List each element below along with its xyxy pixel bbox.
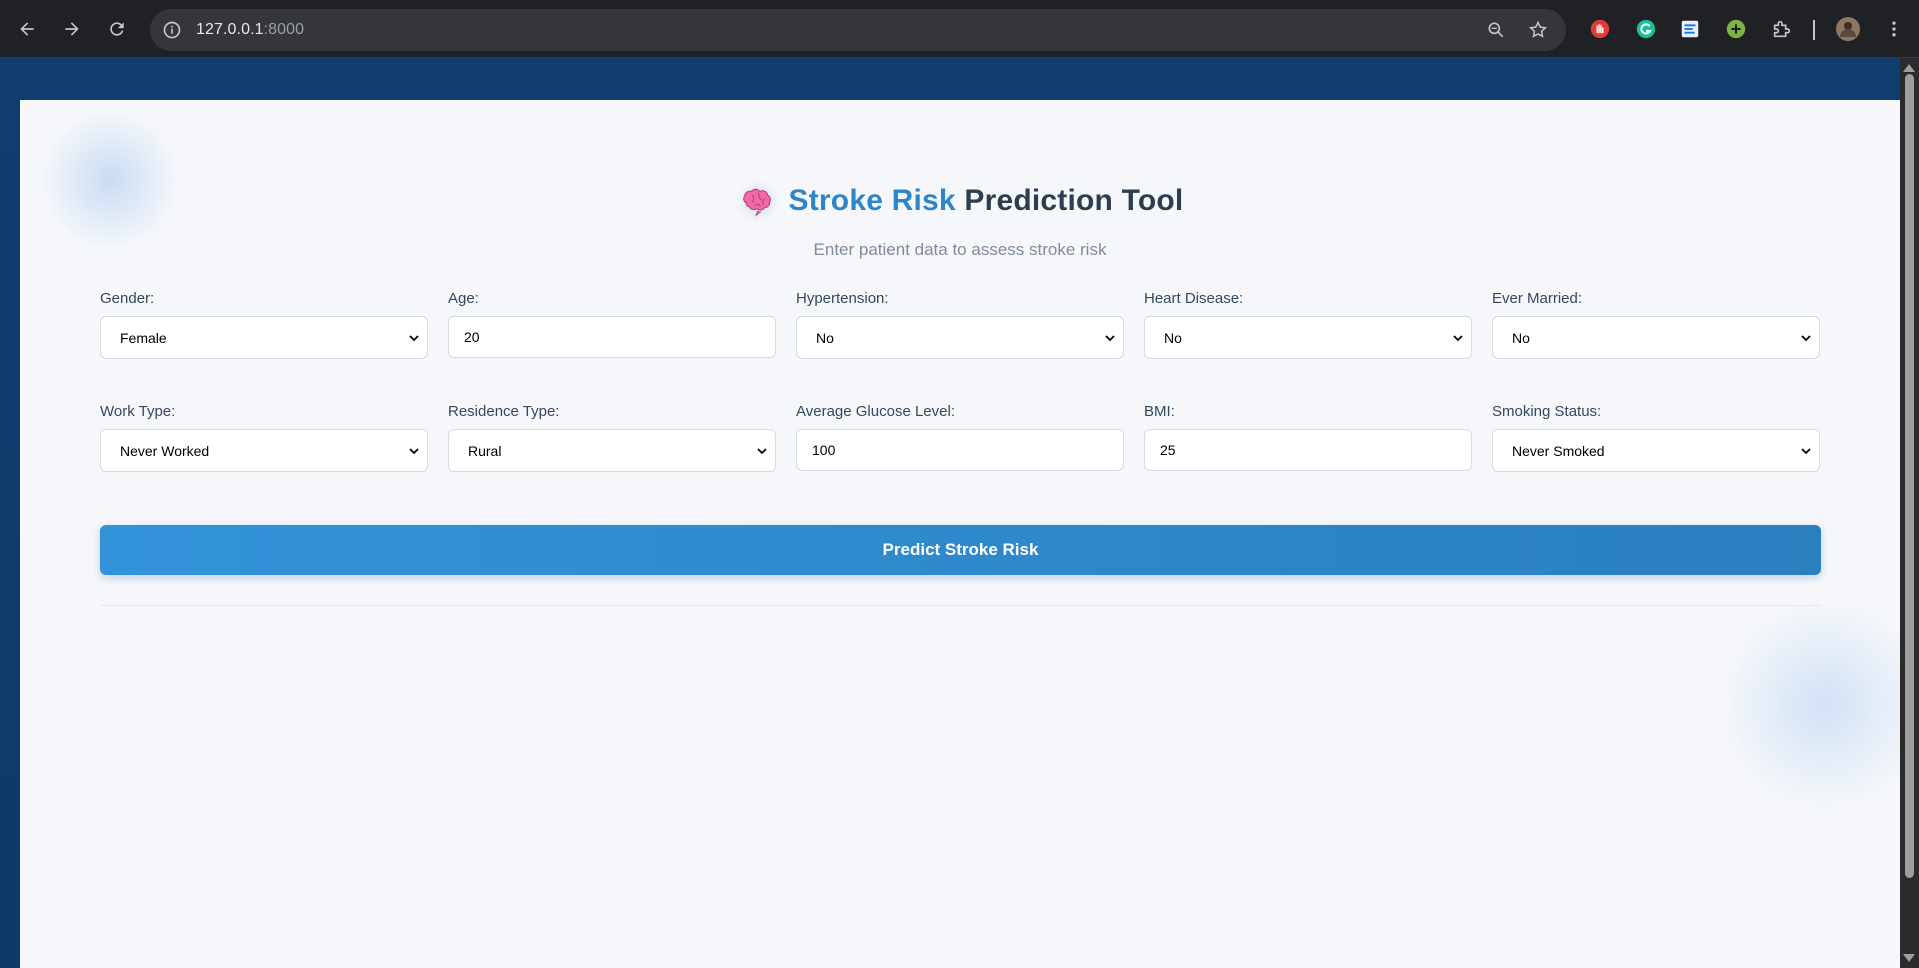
smoking-status-field: Smoking Status: Never Smoked [1492,403,1820,472]
bmi-input[interactable]: 25 [1144,429,1472,471]
glucose-field: Average Glucose Level: 100 [796,403,1124,471]
add-extension-icon[interactable] [1724,17,1748,41]
menu-kebab-icon[interactable] [1882,17,1906,41]
stop-hand-extension-icon[interactable] [1588,17,1612,41]
predict-button[interactable]: Predict Stroke Risk [100,525,1821,575]
work-type-value: Never Worked [120,442,210,459]
profile-avatar[interactable] [1836,17,1860,41]
chevron-down-icon [1453,335,1463,342]
hypertension-select[interactable]: No [796,316,1124,359]
smoking-status-label: Smoking Status: [1492,403,1602,420]
page-title: Stroke Risk Prediction Tool [20,178,1900,224]
hypertension-label: Hypertension: [796,290,889,307]
age-input[interactable]: 20 [448,316,776,358]
heart-disease-field: Heart Disease: No [1144,290,1472,359]
chevron-down-icon [409,335,419,342]
hypertension-field: Hypertension: No [796,290,1124,359]
bookmark-star-icon[interactable] [1526,18,1550,42]
work-type-select[interactable]: Never Worked [100,429,428,472]
grammarly-extension-icon[interactable] [1634,17,1658,41]
ever-married-value: No [1512,329,1530,346]
subtitle: Enter patient data to assess stroke risk [813,240,1107,259]
title-rest: Prediction Tool [964,184,1184,217]
forward-icon[interactable] [54,11,90,47]
brain-icon [736,180,779,222]
scrollbar-thumb[interactable] [1905,74,1914,878]
smoking-status-value: Never Smoked [1512,442,1605,459]
url-host: 127.0.0.1 [196,21,264,38]
ever-married-field: Ever Married: No [1492,290,1820,359]
smoking-status-select[interactable]: Never Smoked [1492,429,1820,472]
heart-disease-value: No [1164,329,1182,346]
chevron-down-icon [757,448,767,455]
ever-married-select[interactable]: No [1492,316,1820,359]
age-field: Age: 20 [448,290,776,358]
title-text: Stroke Risk Prediction Tool [789,184,1184,218]
work-type-label: Work Type: [100,403,176,420]
reload-icon[interactable] [99,11,135,47]
gender-field: Gender: Female [100,290,428,359]
url-text: 127.0.0.1:8000 [196,21,304,39]
hypertension-value: No [816,329,834,346]
glucose-label: Average Glucose Level: [796,403,955,420]
bmi-field: BMI: 25 [1144,403,1472,471]
residence-type-field: Residence Type: Rural [448,403,776,472]
prediction-card: Stroke Risk Prediction Tool Enter patien… [20,100,1900,968]
browser-toolbar: 127.0.0.1:8000 [0,0,1919,58]
gender-label: Gender: [100,290,155,307]
age-value: 20 [464,329,480,345]
back-icon[interactable] [9,11,45,47]
glucose-input[interactable]: 100 [796,429,1124,471]
toolbar-divider [1813,20,1815,40]
chevron-down-icon [1801,335,1811,342]
address-bar[interactable]: 127.0.0.1:8000 [150,9,1566,51]
residence-type-label: Residence Type: [448,403,560,420]
decorative-glow [1720,600,1900,810]
chevron-down-icon [1801,448,1811,455]
scroll-up-icon[interactable] [1903,64,1915,72]
heart-disease-label: Heart Disease: [1144,290,1244,307]
bmi-value: 25 [1160,442,1176,458]
chevron-down-icon [409,448,419,455]
divider [100,605,1821,606]
gender-value: Female [120,329,167,346]
title-accent: Stroke Risk [788,184,956,217]
zoom-icon[interactable] [1484,18,1508,42]
heart-disease-select[interactable]: No [1144,316,1472,359]
gender-select[interactable]: Female [100,316,428,359]
glucose-value: 100 [812,442,836,458]
bmi-label: BMI: [1144,403,1175,420]
work-type-field: Work Type: Never Worked [100,403,428,472]
url-port: :8000 [263,21,305,38]
ever-married-label: Ever Married: [1492,290,1583,307]
site-info-icon[interactable] [160,18,184,42]
age-label: Age: [448,290,479,307]
chevron-down-icon [1105,335,1115,342]
extensions-puzzle-icon[interactable] [1770,17,1794,41]
residence-type-value: Rural [468,442,502,459]
residence-type-select[interactable]: Rural [448,429,776,472]
scroll-down-icon[interactable] [1903,954,1915,962]
document-extension-icon[interactable] [1678,17,1702,41]
